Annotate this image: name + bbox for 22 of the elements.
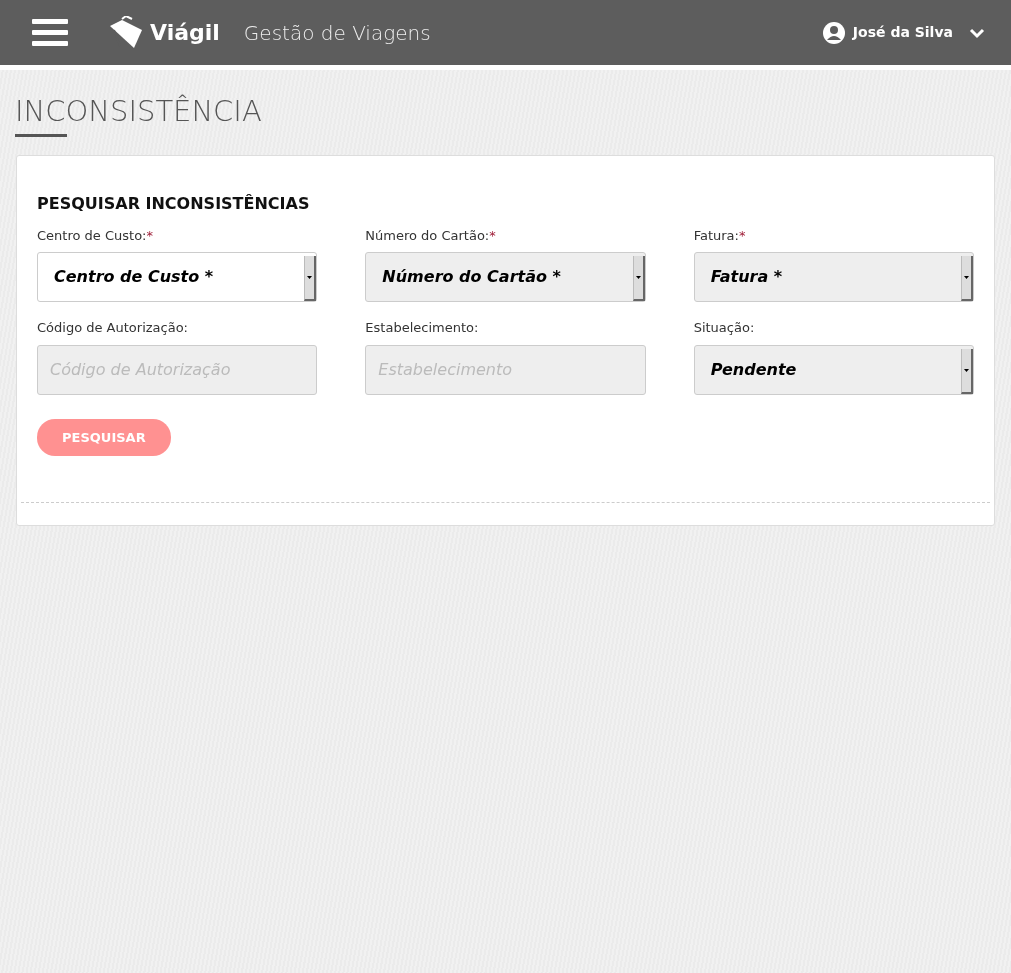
page-title: INCONSISTÊNCIA: [15, 93, 262, 130]
caret-icon: [635, 276, 641, 279]
caret-icon: [964, 368, 969, 372]
caret-icon: [964, 276, 969, 279]
chevron-down-icon: [969, 26, 985, 39]
caret-icon: [307, 276, 313, 279]
label-text: Código de Autorização:: [37, 320, 188, 335]
label-text: Número do Cartão:: [365, 227, 490, 243]
required-mark: *: [146, 227, 153, 243]
brand-logo: Viágil: [150, 19, 220, 47]
required-mark: *: [738, 227, 746, 243]
app-subtitle: Gestão de Viagens: [243, 19, 431, 47]
required-mark: *: [489, 227, 496, 243]
user-menu[interactable]: José da Silva: [816, 20, 991, 45]
label-text: Situação:: [693, 320, 755, 335]
dropdown[interactable]: Centro de Custo *: [37, 252, 318, 302]
panel-title: PESQUISAR INCONSISTÊNCIAS: [37, 192, 311, 215]
menu-icon[interactable]: [32, 18, 68, 47]
user-icon: [822, 21, 845, 44]
label-text: Estabelecimento:: [365, 320, 479, 335]
label-text: Centro de Custo:: [37, 227, 147, 243]
label-text: Fatura:: [693, 227, 739, 243]
